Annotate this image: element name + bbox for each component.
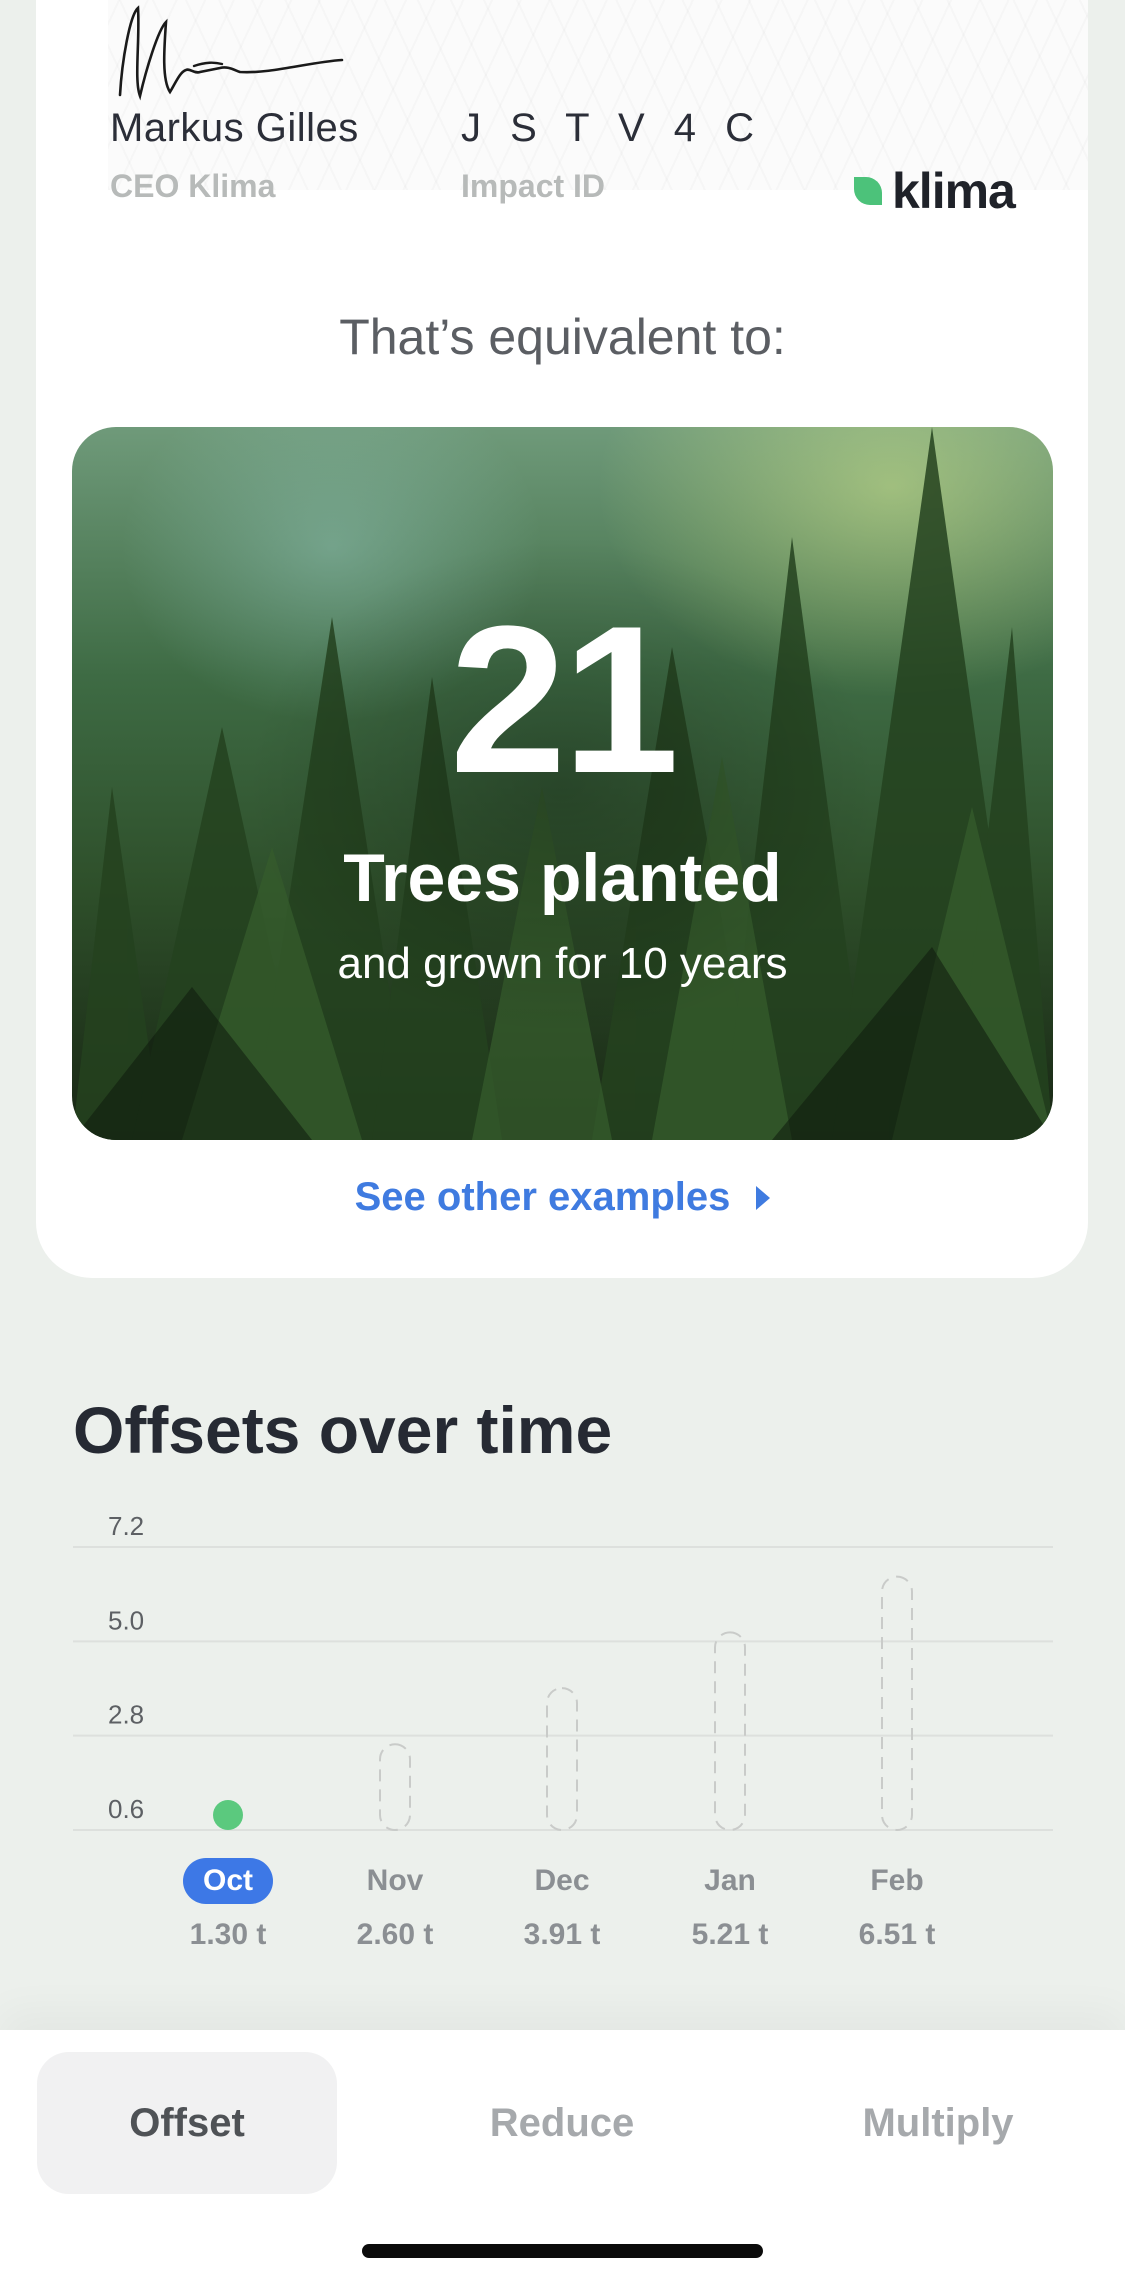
tab-multiply[interactable]: Multiply — [788, 2052, 1088, 2194]
month-pill: Feb — [870, 1864, 924, 1897]
month-pill: Dec — [534, 1864, 590, 1897]
see-other-examples-label: See other examples — [354, 1175, 731, 1219]
klima-wordmark: klima — [892, 163, 1016, 219]
projected-bar — [714, 1631, 746, 1831]
equivalent-title: That’s equivalent to: — [339, 309, 786, 365]
trees-count: 21 — [449, 582, 680, 817]
month-pill: Jan — [704, 1864, 756, 1897]
month-labels: Oct 1.30 t Nov 2.60 t Dec 3.91 t Jan 5.21 t Feb 6… — [0, 1858, 1125, 1951]
month-pill: Nov — [366, 1864, 424, 1897]
signer-role: CEO Klima — [110, 168, 276, 204]
projected-bar — [546, 1687, 578, 1831]
tab-offset[interactable]: Offset — [37, 2052, 337, 2194]
impact-id-value: J S T V 4 C — [461, 106, 764, 150]
klima-logo: klima — [854, 162, 1016, 220]
offsets-chart: 7.2 5.0 2.8 0.6 — [73, 1511, 1053, 1832]
see-other-examples-link[interactable]: See other examples — [0, 1175, 1125, 1220]
tab-reduce-label: Reduce — [489, 2100, 635, 2145]
month-value-label: 6.51 t — [858, 1918, 936, 1951]
home-indicator — [362, 2244, 763, 2258]
month-label-dec[interactable]: Dec — [492, 1858, 632, 1904]
y-tick-label: 7.2 — [108, 1511, 144, 1541]
tab-reduce[interactable]: Reduce — [412, 2052, 712, 2194]
y-tick-label: 0.6 — [108, 1794, 144, 1824]
y-tick-label: 5.0 — [108, 1605, 144, 1635]
month-label-feb[interactable]: Feb — [827, 1858, 967, 1904]
bottom-tab-bar: Offset Reduce Multiply — [0, 2030, 1125, 2284]
month-value-label: 3.91 t — [523, 1918, 601, 1951]
signer-name: Markus Gilles — [110, 106, 359, 150]
impact-id-label: Impact ID — [461, 168, 606, 204]
trees-planted-card[interactable]: 21 Trees planted and grown for 10 years — [72, 427, 1053, 1140]
trees-headline: Trees planted — [343, 840, 782, 916]
tab-multiply-label: Multiply — [862, 2100, 1014, 2145]
caret-right-icon — [756, 1185, 771, 1210]
month-value-label: 5.21 t — [691, 1918, 769, 1951]
current-month-dot — [213, 1800, 243, 1830]
projected-bar — [881, 1575, 913, 1831]
leaf-icon — [854, 177, 882, 205]
month-value-label: 1.30 t — [189, 1918, 267, 1951]
projected-bar — [379, 1743, 411, 1832]
y-tick-label: 2.8 — [108, 1700, 144, 1730]
month-value-label: 2.60 t — [356, 1918, 434, 1951]
signature-image — [118, 5, 344, 101]
month-label-nov[interactable]: Nov — [325, 1858, 465, 1904]
month-label-jan[interactable]: Jan — [660, 1858, 800, 1904]
page: Markus Gilles CEO Klima J S T V 4 C Impa… — [0, 0, 1125, 2284]
tab-offset-label: Offset — [129, 2100, 245, 2145]
month-pill: Oct — [182, 1858, 273, 1904]
month-label-oct[interactable]: Oct — [158, 1858, 298, 1904]
offsets-section-title: Offsets over time — [73, 1393, 613, 1467]
trees-subline: and grown for 10 years — [337, 939, 788, 988]
